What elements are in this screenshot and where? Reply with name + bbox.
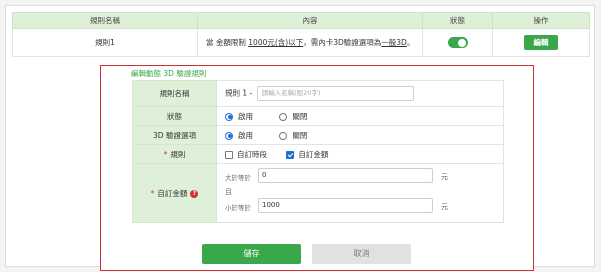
greater-equal-label: 大於等於 [225,174,251,182]
form-row-rule-name: 規則名稱 規則 1 - 請輸入名稱(限20字) [132,80,504,107]
status-label: 狀態 [132,106,217,126]
custom-amount-option-label: 自訂金額 [298,149,329,159]
custom-time-label: 自訂時段 [237,149,267,159]
status-option-disable[interactable]: 關閉 [279,111,307,122]
rule-name-input[interactable]: 請輸入名稱(限20字) [256,86,414,101]
verify-options: 啟用 關閉 [216,125,504,145]
form-row-custom-amount: * 自訂金額? 大於等於 0 元 且 小於等於 1000 元 [132,163,504,223]
amount-limit-link[interactable]: 1000元(含)以下 [248,38,303,47]
radio-unchecked-icon [279,112,288,121]
cancel-button[interactable]: 取消 [312,244,411,264]
verify-enable-label: 啟用 [238,130,253,140]
min-unit-label: 元 [441,173,448,181]
header-rule-name: 規則名稱 [12,12,198,29]
checkbox-unchecked-icon [225,150,233,159]
rule-name-prefix: 規則 1 - [225,88,253,98]
content-middle: ，需內卡3D驗證選項為 [303,38,382,47]
content-prefix: 當 金額限制 [206,38,249,47]
form-row-status: 狀態 啟用 關閉 [132,106,504,126]
form-row-verify-option: 3D 驗證選項 啟用 關閉 [132,125,504,145]
table-row: 規則1 當 金額限制 1000元(含)以下，需內卡3D驗證選項為一般3D。 編輯 [12,28,590,57]
max-amount-input[interactable]: 1000 [258,198,433,213]
save-button[interactable]: 儲存 [202,244,301,264]
status-option-enable[interactable]: 啟用 [225,111,253,122]
required-mark: * [150,188,155,198]
toggle-knob [458,38,466,47]
question-circle-icon[interactable]: ? [190,189,199,198]
rule-option-custom-amount[interactable]: 自訂金額 [286,149,328,160]
form-row-rule: * 規則 自訂時段 自訂金額 [132,144,504,164]
max-unit-label: 元 [441,203,448,211]
header-status: 狀態 [422,12,493,29]
radio-unchecked-icon [279,131,288,140]
amount-block: 大於等於 0 元 且 小於等於 1000 元 [225,164,503,222]
header-actions: 操作 [492,12,590,29]
radio-checked-icon [225,131,233,140]
edit-form: 規則名稱 規則 1 - 請輸入名稱(限20字) 狀態 啟用 關閉 3D 驗證選項… [132,80,504,223]
content-suffix: 。 [406,38,415,47]
edit-button[interactable]: 編輯 [524,35,558,50]
header-content: 內容 [197,12,423,29]
edit-rule-panel: 編輯動態 3D 驗證規則 規則名稱 規則 1 - 請輸入名稱(限20字) 狀態 … [100,65,534,271]
rule-label-cell: * 規則 [132,144,217,164]
rules-table: 規則名稱 內容 狀態 操作 規則1 當 金額限制 1000元(含)以下，需內卡3… [12,12,590,57]
verify-option-enable[interactable]: 啟用 [225,130,253,141]
verify-option-label: 3D 驗證選項 [132,125,217,145]
custom-amount-label-cell: * 自訂金額? [132,163,217,223]
actions-cell: 編輯 [492,28,590,57]
status-disable-label: 關閉 [292,111,308,121]
required-mark: * [163,149,168,159]
status-enable-label: 啟用 [238,111,253,121]
rule-options: 自訂時段 自訂金額 [216,144,504,164]
rule-label: 規則 [170,149,186,159]
custom-amount-label: 自訂金額 [157,188,188,198]
verify-option-link[interactable]: 一般3D [381,38,407,47]
verify-option-disable[interactable]: 關閉 [279,130,307,141]
verify-disable-label: 關閉 [292,130,308,140]
rule-name-label: 規則名稱 [132,80,217,107]
custom-amount-fields: 大於等於 0 元 且 小於等於 1000 元 [216,163,504,223]
rule-name-value: 規則 1 - 請輸入名稱(限20字) [216,80,504,107]
status-options: 啟用 關閉 [216,106,504,126]
rule-name-cell: 規則1 [12,28,198,57]
panel-title: 編輯動態 3D 驗證規則 [131,69,207,78]
status-toggle[interactable] [447,37,468,48]
page-frame: 規則名稱 內容 狀態 操作 規則1 當 金額限制 1000元(含)以下，需內卡3… [5,5,595,271]
status-cell [422,28,493,57]
and-label: 且 [225,188,232,196]
less-equal-label: 小於等於 [225,204,251,212]
radio-checked-icon [225,112,233,121]
rules-table-header: 規則名稱 內容 狀態 操作 [12,12,590,29]
checkbox-checked-icon [286,150,295,159]
rule-content-cell: 當 金額限制 1000元(含)以下，需內卡3D驗證選項為一般3D。 [197,28,423,57]
min-amount-input[interactable]: 0 [258,168,433,183]
rule-option-custom-time[interactable]: 自訂時段 [225,149,267,160]
